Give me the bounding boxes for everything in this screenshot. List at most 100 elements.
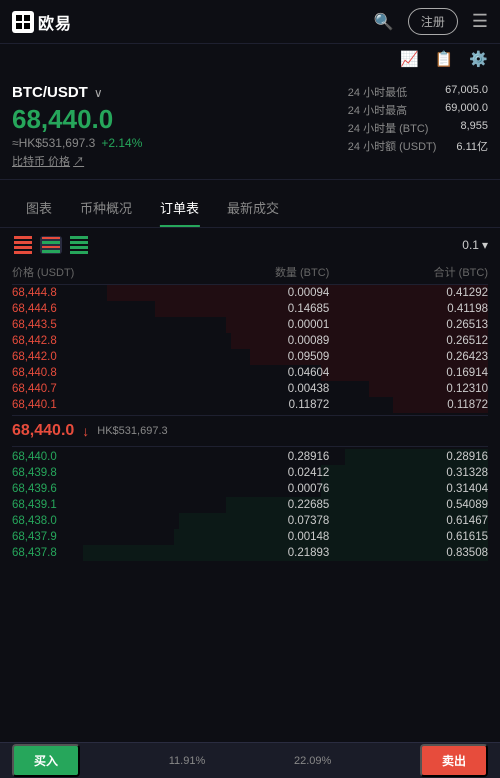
buy-order-row: 68,437.9 0.00148 0.61615	[12, 529, 488, 545]
buy-total: 0.83508	[329, 547, 488, 559]
sell-total: 0.26513	[329, 319, 488, 331]
buy-price: 68,439.6	[12, 483, 171, 495]
sell-pct: 22.09%	[294, 755, 331, 767]
buy-qty: 0.21893	[171, 547, 330, 559]
settings-icon[interactable]: ⚙️	[469, 50, 488, 68]
sell-total: 0.41198	[329, 303, 488, 315]
sell-price: 68,443.5	[12, 319, 171, 331]
sell-price: 68,442.0	[12, 351, 171, 363]
tab-chart[interactable]: 图表	[12, 188, 66, 227]
sell-price: 68,440.7	[12, 383, 171, 395]
low-value: 67,005.0	[445, 84, 488, 100]
buy-price: 68,439.8	[12, 467, 171, 479]
buy-order-row: 68,439.6 0.00076 0.31404	[12, 481, 488, 497]
sell-order-row: 68,440.8 0.04604 0.16914	[12, 365, 488, 381]
buy-order-row: 68,439.1 0.22685 0.54089	[12, 497, 488, 513]
table-icon[interactable]: 📋	[435, 50, 454, 68]
sell-order-row: 68,440.1 0.11872 0.11872	[12, 397, 488, 413]
sell-qty: 0.00089	[171, 335, 330, 347]
chart-icon[interactable]: 📈	[400, 50, 419, 68]
buy-orders: 68,440.0 0.28916 0.28916 68,439.8 0.0241…	[12, 449, 488, 561]
sell-order-row: 68,442.8 0.00089 0.26512	[12, 333, 488, 349]
view-both-icon[interactable]	[40, 236, 62, 254]
hk-price: ≈HK$531,697.3	[12, 136, 95, 150]
tab-overview[interactable]: 币种概况	[66, 188, 146, 227]
sell-qty: 0.11872	[171, 399, 330, 411]
main-price: 68,440.0	[12, 105, 142, 134]
col-total: 合计 (BTC)	[329, 264, 488, 280]
buy-price: 68,437.9	[12, 531, 171, 543]
high-value: 69,000.0	[445, 102, 488, 118]
buy-total: 0.54089	[329, 499, 488, 511]
buy-price: 68,439.1	[12, 499, 171, 511]
buy-qty: 0.02412	[171, 467, 330, 479]
sell-orders: 68,444.8 0.00094 0.41292 68,444.6 0.1468…	[12, 285, 488, 413]
vol-btc-label: 24 小时量 (BTC)	[348, 120, 429, 136]
tabs: 图表 币种概况 订单表 最新成交	[0, 188, 500, 228]
menu-icon[interactable]: ☰	[472, 11, 488, 32]
sell-price: 68,444.6	[12, 303, 171, 315]
view-icons	[12, 236, 90, 254]
col-price: 价格 (USDT)	[12, 264, 171, 280]
view-sell-icon[interactable]	[12, 236, 34, 254]
buy-price: 68,438.0	[12, 515, 171, 527]
mid-direction: ↓	[82, 423, 89, 439]
mid-hk-price: HK$531,697.3	[97, 425, 167, 437]
sell-total: 0.26512	[329, 335, 488, 347]
logo-icon	[12, 11, 34, 33]
buy-order-row: 68,439.8 0.02412 0.31328	[12, 465, 488, 481]
buy-order-row: 68,437.8 0.21893 0.83508	[12, 545, 488, 561]
pair-dropdown[interactable]: ∨	[94, 86, 103, 100]
buy-price: 68,440.0	[12, 451, 171, 463]
sell-price: 68,444.8	[12, 287, 171, 299]
buy-total: 0.28916	[329, 451, 488, 463]
register-button[interactable]: 注册	[408, 8, 458, 35]
logo: 欧易	[12, 10, 72, 34]
sell-total: 0.16914	[329, 367, 488, 379]
buy-qty: 0.00148	[171, 531, 330, 543]
buy-order-row: 68,438.0 0.07378 0.61467	[12, 513, 488, 529]
buy-qty: 0.07378	[171, 515, 330, 527]
sell-button[interactable]: 卖出	[420, 744, 488, 777]
buy-qty: 0.00076	[171, 483, 330, 495]
decimal-selector[interactable]: 0.1 ▾	[462, 238, 488, 252]
header-actions: 🔍 注册 ☰	[374, 8, 488, 35]
vol-usdt-value: 6.11亿	[456, 138, 488, 154]
sell-qty: 0.00001	[171, 319, 330, 331]
buy-total: 0.31328	[329, 467, 488, 479]
order-book: 0.1 ▾ 价格 (USDT) 数量 (BTC) 合计 (BTC) 68,444…	[0, 228, 500, 561]
sell-total: 0.26423	[329, 351, 488, 363]
ob-col-headers: 价格 (USDT) 数量 (BTC) 合计 (BTC)	[12, 262, 488, 285]
logo-text: 欧易	[38, 10, 72, 34]
sell-total: 0.11872	[329, 399, 488, 411]
sell-qty: 0.09509	[171, 351, 330, 363]
buy-button[interactable]: 买入	[12, 744, 80, 777]
view-buy-icon[interactable]	[68, 236, 90, 254]
buy-price: 68,437.8	[12, 547, 171, 559]
sell-qty: 0.04604	[171, 367, 330, 379]
ob-toolbar: 0.1 ▾	[12, 236, 488, 254]
mid-price-row: 68,440.0 ↓ HK$531,697.3	[12, 415, 488, 447]
tab-trades[interactable]: 最新成交	[213, 188, 293, 227]
sell-price: 68,442.8	[12, 335, 171, 347]
external-link[interactable]: ↗	[73, 156, 84, 168]
high-label: 24 小时最高	[348, 102, 407, 118]
buy-pct: 11.91%	[169, 755, 206, 767]
search-icon[interactable]: 🔍	[374, 12, 394, 32]
mid-price: 68,440.0	[12, 422, 74, 440]
pair-name: BTC/USDT	[12, 84, 88, 101]
vol-usdt-label: 24 小时额 (USDT)	[348, 138, 437, 154]
vol-btc-value: 8,955	[460, 120, 488, 136]
buy-total: 0.31404	[329, 483, 488, 495]
sell-total: 0.41292	[329, 287, 488, 299]
sell-qty: 0.00438	[171, 383, 330, 395]
buy-total: 0.61467	[329, 515, 488, 527]
sell-order-row: 68,442.0 0.09509 0.26423	[12, 349, 488, 365]
price-change: +2.14%	[101, 136, 142, 150]
sell-price: 68,440.1	[12, 399, 171, 411]
low-label: 24 小时最低	[348, 84, 407, 100]
sell-order-row: 68,444.6 0.14685 0.41198	[12, 301, 488, 317]
sell-order-row: 68,443.5 0.00001 0.26513	[12, 317, 488, 333]
buy-qty: 0.28916	[171, 451, 330, 463]
tab-orderbook[interactable]: 订单表	[146, 188, 213, 227]
